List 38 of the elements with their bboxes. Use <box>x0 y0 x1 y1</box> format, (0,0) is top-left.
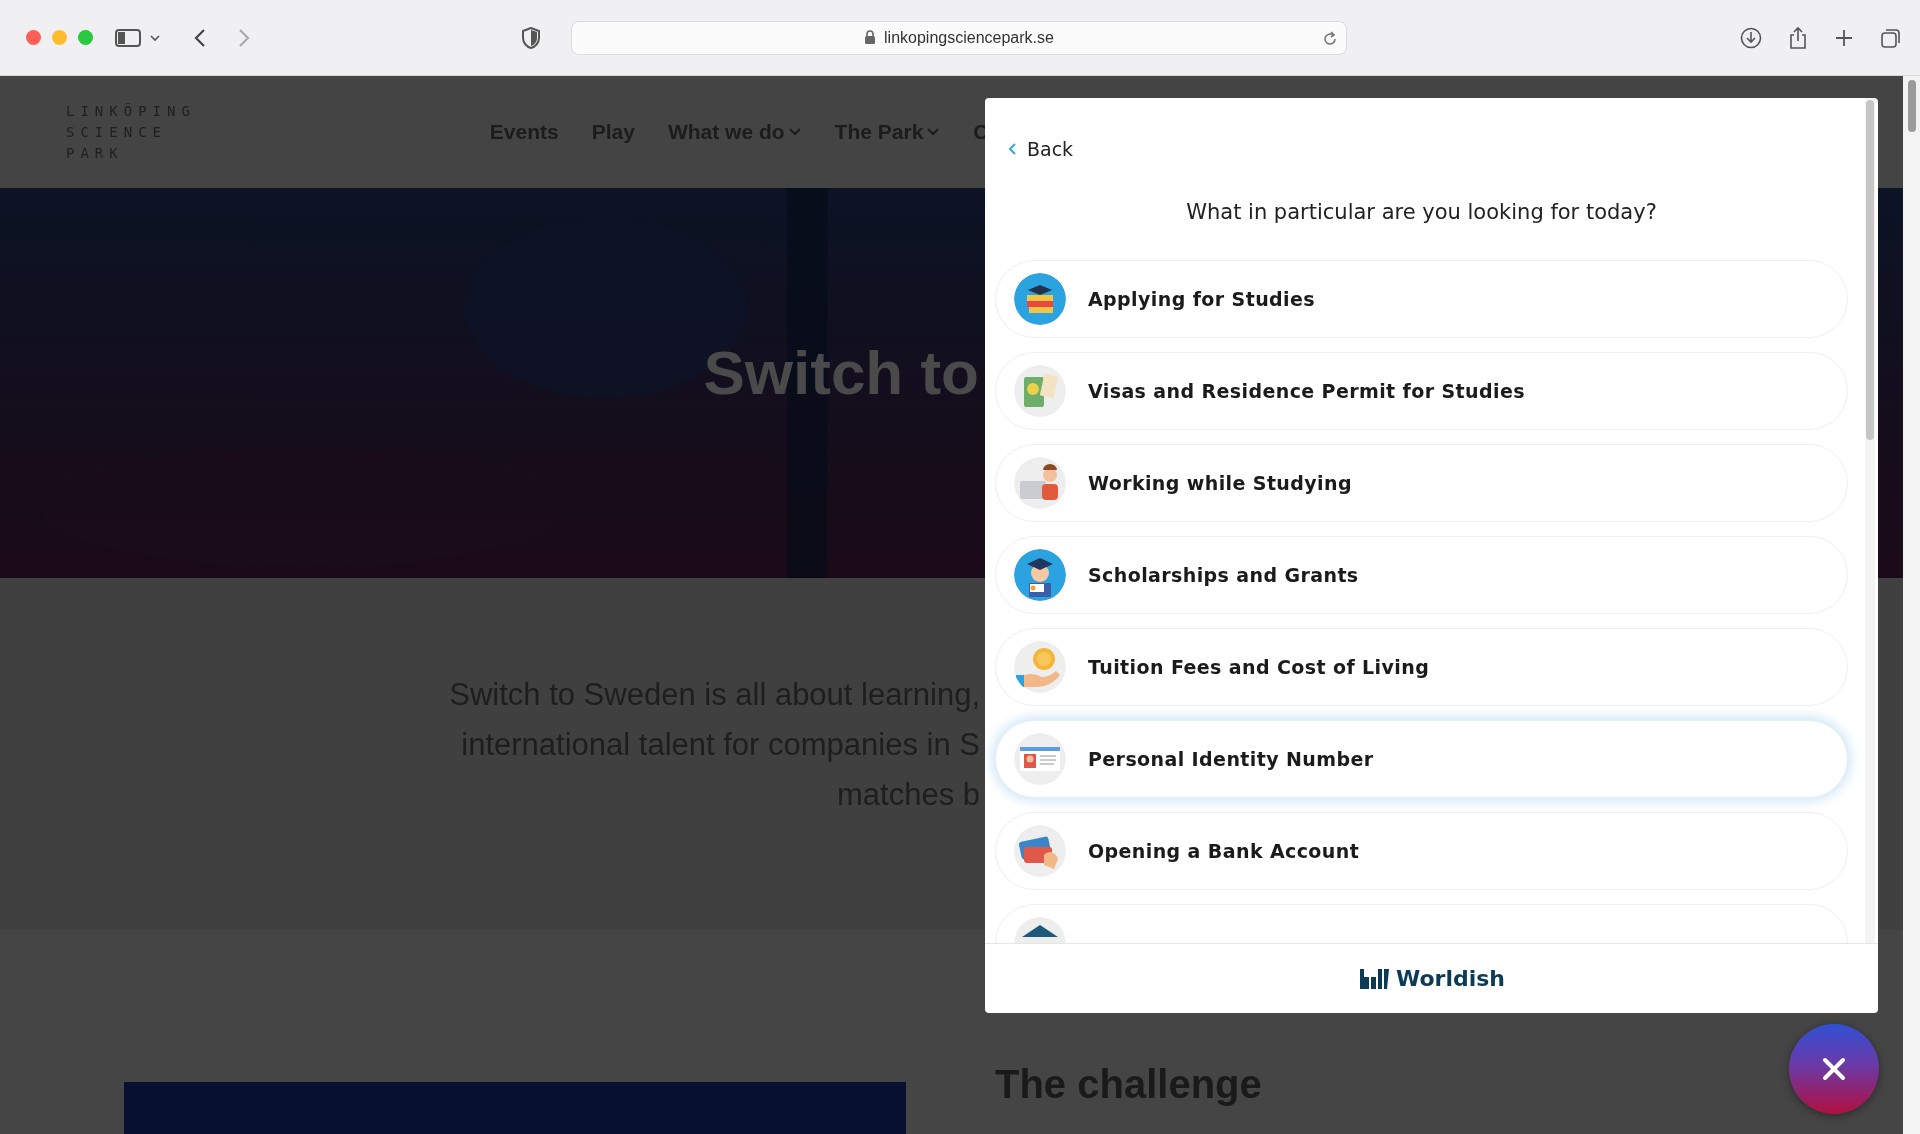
address-bar[interactable]: linkopingsciencepark.se <box>571 20 1347 55</box>
chevron-down-icon[interactable] <box>149 32 161 43</box>
download-icon[interactable] <box>1740 26 1762 49</box>
panel-scrollbar[interactable] <box>1865 98 1875 943</box>
student-laptop-icon <box>1014 457 1066 509</box>
lock-icon <box>864 30 877 45</box>
topic-option[interactable]: Applying for Studies <box>995 260 1848 338</box>
url-text: linkopingsciencepark.se <box>884 28 1054 47</box>
back-icon[interactable] <box>193 27 207 48</box>
share-icon[interactable] <box>1788 25 1808 50</box>
close-icon <box>1821 1056 1847 1082</box>
graduate-icon <box>1014 549 1066 601</box>
worldish-logo[interactable]: Worldish <box>1357 966 1505 991</box>
sidebar-icon[interactable] <box>115 27 141 48</box>
topic-option[interactable]: Working while Studying <box>995 444 1848 522</box>
books-icon <box>1014 273 1066 325</box>
chevron-left-icon <box>1008 142 1018 156</box>
close-window-icon[interactable] <box>26 30 41 45</box>
coin-hand-icon <box>1014 641 1066 693</box>
hero-title: Switch to <box>703 336 979 408</box>
new-tab-icon[interactable] <box>1834 27 1854 48</box>
caret-icon <box>926 127 941 137</box>
topic-option[interactable]: Tuition Fees and Cost of Living <box>995 628 1848 706</box>
topic-option[interactable]: Opening a Bank Account <box>995 812 1848 890</box>
id-card-icon <box>1014 733 1066 785</box>
tabs-overview-icon[interactable] <box>1880 26 1902 49</box>
back-link[interactable]: Back <box>995 138 1074 160</box>
passport-icon <box>1014 365 1066 417</box>
bank-card-icon <box>1014 825 1066 877</box>
topic-option[interactable]: Visas and Residence Permit for Studies <box>995 352 1848 430</box>
reload-icon[interactable] <box>1322 29 1338 48</box>
question-text: What in particular are you looking for today? <box>1185 200 1658 224</box>
brand-mark-icon <box>1357 966 1390 991</box>
topic-option[interactable]: Scholarships and Grants <box>995 536 1848 614</box>
page-scrollbar[interactable] <box>1903 76 1920 1134</box>
topic-option[interactable]: Personal Identity Number <box>995 720 1848 798</box>
shield-icon[interactable] <box>521 26 541 49</box>
caret-icon <box>787 127 802 137</box>
